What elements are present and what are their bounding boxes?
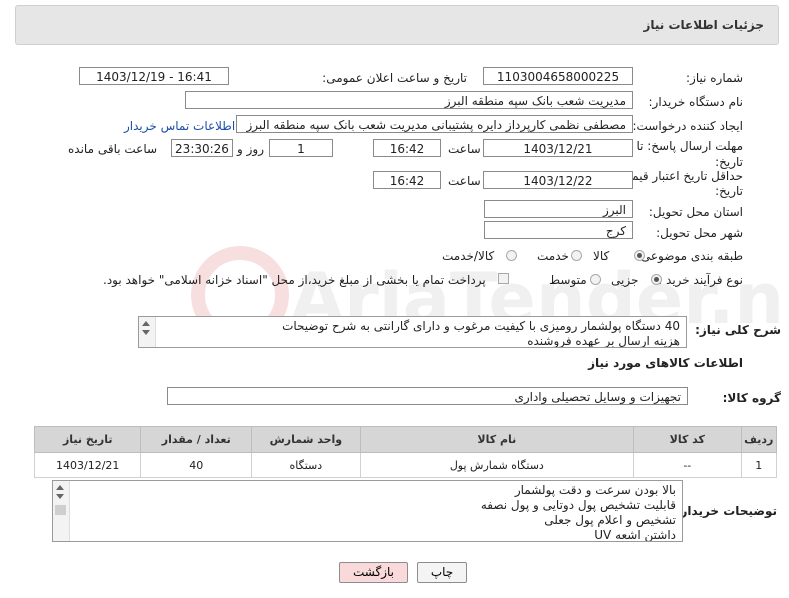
days-label: روز و [237, 142, 264, 156]
buyer-label: نام دستگاه خریدار: [648, 95, 744, 109]
goods-group-label: گروه کالا: [722, 391, 781, 405]
description-scrollbar[interactable] [139, 317, 156, 347]
buyer-contact-link[interactable]: اطلاعات تماس خریدار [124, 119, 235, 133]
treasury-payment-checkbox[interactable] [498, 273, 509, 284]
treasury-payment-note: پرداخت تمام یا بخشی از مبلغ خرید،از محل … [103, 273, 486, 287]
category-radio-goods-service[interactable] [506, 250, 517, 261]
deadline-date-field: 1403/12/21 [483, 139, 633, 157]
goods-section-title: اطلاعات کالاهای مورد نیاز [588, 356, 743, 370]
category-radio-goods[interactable] [634, 250, 645, 261]
validity-label-date: تاریخ: [715, 184, 743, 198]
goods-group-field: تجهیزات و وسایل تحصیلی واداری [167, 387, 688, 405]
remaining-label: ساعت باقی مانده [68, 142, 158, 156]
col-date: تاریخ نیاز [33, 426, 142, 453]
back-button[interactable]: بازگشت [339, 562, 408, 583]
buyer-notes-textarea[interactable]: بالا بودن سرعت و دقت پولشمار قابلیت تشخی… [52, 480, 683, 542]
buyer-note-line: قابلیت تشخیص پول دوتایی و پول نصفه [480, 498, 676, 512]
print-button[interactable]: چاپ [417, 562, 467, 583]
announce-field: 1403/12/19 - 16:41 [79, 67, 229, 85]
announce-label: تاریخ و ساعت اعلان عمومی: [322, 71, 467, 85]
col-name: نام کالا [359, 426, 635, 453]
buyer-field: مدیریت شعب بانک سپه منطقه البرز [185, 91, 633, 109]
need-number-label: شماره نیاز: [686, 71, 743, 85]
validity-time-field: 16:42 [373, 171, 441, 189]
buyer-note-line: بالا بودن سرعت و دقت پولشمار [514, 483, 676, 497]
col-code: کد کالا [633, 426, 742, 453]
cell-date: 1403/12/21 [33, 452, 142, 478]
process-radio-medium[interactable] [590, 274, 601, 285]
deadline-time-label: ساعت [448, 142, 481, 156]
validity-date-field: 1403/12/22 [483, 171, 633, 189]
description-line: هزینه ارسال بر عهده فروشنده [527, 334, 680, 348]
deadline-label: مهلت ارسال پاسخ: تا [636, 139, 743, 153]
goods-table-header: ردیف کد کالا نام کالا واحد شمارش تعداد /… [33, 426, 778, 453]
category-option-goods-service: کالا/خدمت [442, 249, 495, 263]
table-row: 1 -- دستگاه شمارش پول دستگاه 40 1403/12/… [33, 452, 778, 478]
category-option-goods: کالا [593, 249, 610, 263]
remaining-time-field: 23:30:26 [171, 139, 233, 157]
cell-row: 1 [740, 452, 778, 478]
description-label: شرح کلی نیاز: [695, 323, 781, 337]
validity-time-label: ساعت [448, 174, 481, 188]
deadline-label-date: تاریخ: [715, 155, 743, 169]
creator-label: ایجاد کننده درخواست: [632, 119, 743, 133]
cell-unit: دستگاه [251, 452, 361, 478]
cell-qty: 40 [140, 452, 253, 478]
page-header: جزئیات اطلاعات نیاز [15, 5, 779, 45]
process-option-medium: متوسط [549, 273, 587, 287]
creator-field: مصطفی نظمی کارپرداز دایره پشتیبانی مدیری… [236, 115, 633, 133]
buyer-note-line: داشتن اشعه UV [594, 528, 676, 542]
page-title: جزئیات اطلاعات نیاز [643, 18, 764, 32]
cell-name: دستگاه شمارش پول [359, 452, 635, 478]
city-field: کرج [484, 221, 633, 239]
cell-code: -- [633, 452, 742, 478]
process-option-minor: جزیی [611, 273, 639, 287]
category-radio-service[interactable] [571, 250, 582, 261]
province-field: البرز [484, 200, 633, 218]
category-label: طبقه بندی موضوعی: [636, 249, 743, 263]
goods-table: ردیف کد کالا نام کالا واحد شمارش تعداد /… [33, 426, 778, 478]
need-number-field: 1103004658000225 [483, 67, 633, 85]
city-label: شهر محل تحویل: [656, 226, 743, 240]
buyer-notes-label: توضیحات خریدار: [675, 504, 777, 518]
days-field: 1 [269, 139, 333, 157]
buyer-note-line: تشخیص و اعلام پول جعلی [544, 513, 676, 527]
process-type-label: نوع فرآیند خرید : [658, 273, 743, 287]
col-unit: واحد شمارش [251, 426, 361, 453]
category-option-service: خدمت [537, 249, 569, 263]
process-radio-minor[interactable] [651, 274, 662, 285]
description-line: 40 دستگاه پولشمار رومیزی با کیفیت مرغوب … [282, 319, 680, 333]
description-textarea[interactable]: 40 دستگاه پولشمار رومیزی با کیفیت مرغوب … [138, 316, 687, 348]
deadline-time-field: 16:42 [373, 139, 441, 157]
col-qty: تعداد / مقدار [140, 426, 253, 453]
col-row: ردیف [740, 426, 778, 453]
buyer-notes-scrollbar[interactable] [53, 481, 70, 541]
province-label: استان محل تحویل: [648, 205, 743, 219]
